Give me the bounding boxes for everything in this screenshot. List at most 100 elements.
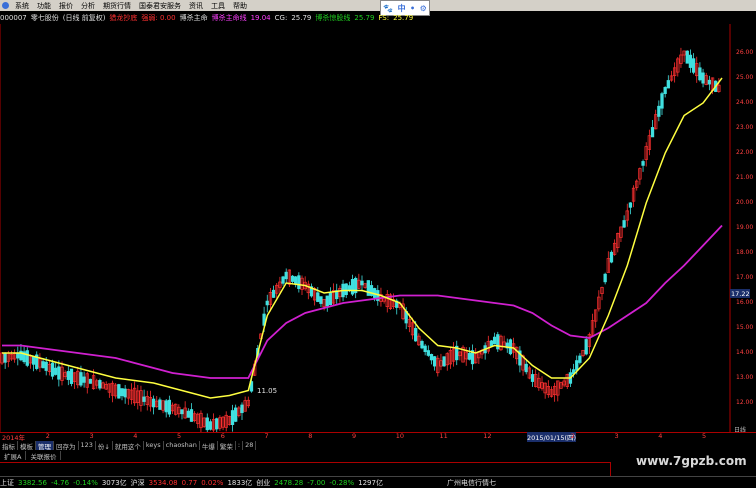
indicator-value-6: 25.79 [393,13,414,22]
x-axis [0,432,756,441]
candle [41,361,45,369]
tab-save-as[interactable]: 回存为 [54,441,79,451]
candle [230,410,235,425]
stock-code: 000007 [0,13,27,22]
menu-item-help[interactable]: 帮助 [229,1,251,11]
menu-item-quote[interactable]: 报价 [55,1,77,11]
tab-123[interactable]: 123 [79,441,96,450]
menu-item-futures[interactable]: 期货行情 [99,1,135,11]
tab-fanrong[interactable]: 繁荣 [218,441,236,451]
candle [666,80,670,89]
stock-name: 零七股份 [30,13,59,22]
candle [347,285,352,291]
x-tick-label: 2015/01/15(四) [527,432,577,442]
candle [205,417,209,431]
menu-item-news[interactable]: 资讯 [185,1,207,11]
candle [240,404,244,414]
tab-keys[interactable]: keys [144,441,164,450]
x-tick-label: 8 [308,432,313,440]
tab-extend-a[interactable]: 扩展A [0,451,27,461]
cy-index-pct: -0.28% [329,478,355,487]
x-tick-label: 9 [352,432,357,440]
cy-index-label[interactable]: 创业 [256,478,270,488]
settings-icon[interactable]: ⚙ [420,4,427,13]
candle [79,372,83,386]
y-tick-label: 13.00 [736,374,754,381]
sh-index-value: 3382.56 [18,478,47,487]
menu-item-tools[interactable]: 工具 [207,1,229,11]
candle [414,328,418,342]
tab-chaoshan[interactable]: chaoshan [164,441,200,450]
tab-manage[interactable]: 管理 [36,441,54,451]
candle [578,355,582,363]
candle [88,378,93,384]
hs-index-change: 0.77 [181,478,198,487]
candle [151,398,156,408]
x-tick-label: 11 [439,432,448,440]
y-tick-label: 25.00 [736,74,754,81]
indicator-name-1: 猎龙抄底 [109,13,138,22]
candle [319,296,323,304]
price-tag: 17.22 [731,290,750,298]
indicator-name-6: FS: [378,13,390,22]
indicator-name-5: 博杀惊股线 [315,13,351,22]
candle [44,361,48,371]
indicator-info-bar: 000007 零七股份 (日线 前复权) 猎龙抄底 强弱: 0.00 博杀主命 … [0,12,417,23]
y-tick-label: 12.00 [736,399,754,406]
candle [281,276,285,284]
tab-use-this[interactable]: 就用这个 [113,441,144,451]
sh-index-label[interactable]: 上证 [0,478,14,488]
x-tick-label: 10 [395,432,405,440]
candle [492,336,497,345]
y-tick-label: 14.00 [736,349,754,356]
candle [622,220,626,228]
candle [50,362,55,377]
menu-bar: 系统 功能 报价 分析 期货行情 国泰君安服务 资讯 工具 帮助 [0,0,756,11]
tab-share[interactable]: 份↓ [96,441,113,451]
hs-index-value: 3534.08 [148,478,178,487]
app-logo-icon [2,2,9,9]
candle [369,285,374,296]
y-tick-label: 20.00 [736,199,754,206]
x-tick-label: 4 [658,432,663,440]
menu-item-service[interactable]: 国泰君安服务 [135,1,185,11]
x-tick-label: 7 [264,432,269,440]
menu-item-system[interactable]: 系统 [11,1,33,11]
menu-item-analysis[interactable]: 分析 [77,1,99,11]
data-source: 广州电信行情七 [446,478,496,487]
x-tick-label: 2 [570,432,575,440]
sub-tabs: 扩展A 关联报价 [0,451,62,461]
tab-related-quote[interactable]: 关联报价 [26,451,62,461]
menu-item-function[interactable]: 功能 [33,1,55,11]
indicator-value-5: 25.79 [354,13,375,22]
candle [117,384,121,399]
cy-index-amount: 1297亿 [358,478,383,487]
candle [663,87,667,94]
tab-28[interactable]: 28 [243,441,257,450]
candle [189,409,194,422]
cy-index-value: 2478.28 [274,478,304,487]
candle [66,371,70,380]
price-chart[interactable]: 11.05 17.22 [0,24,756,432]
indicator-name-4: CG: [274,13,288,22]
candle [158,399,162,410]
tab-indicator[interactable]: 指标 [0,441,18,451]
candle [123,388,127,398]
candle [98,380,102,389]
candle [284,271,288,280]
hs-index-label[interactable]: 沪深 [131,478,145,488]
tab-template[interactable]: 模板 [18,441,36,451]
y-tick-label: 26.00 [736,49,754,56]
indicator-tabs: 指标 模板 管理 回存为 123 份↓ 就用这个 keys chaoshan 牛… [0,441,257,451]
candle [180,409,184,415]
hs-index-amount: 1833亿 [227,478,253,487]
candle [426,350,430,356]
candle [54,367,58,375]
ma-yellow-line [2,77,723,399]
candle [423,345,427,353]
candle [429,354,434,361]
candle [366,280,370,296]
candle [530,374,535,382]
tab-niubao[interactable]: 牛爆 [200,441,218,451]
lower-panel [0,462,611,476]
